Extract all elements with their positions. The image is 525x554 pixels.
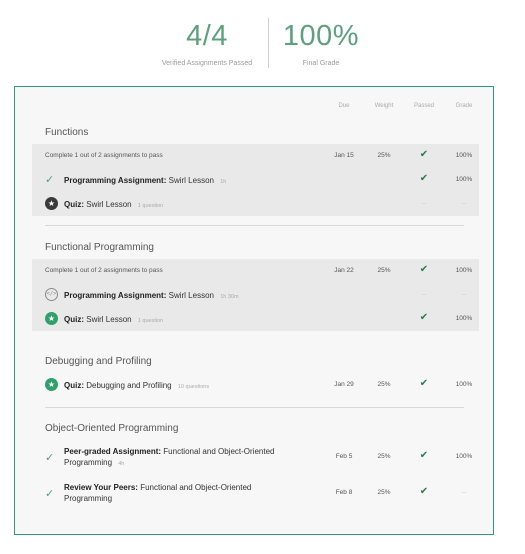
item-name: Swirl Lesson: [168, 176, 214, 185]
column-header-passed: Passed: [413, 103, 434, 109]
due-date: Jan 29: [334, 381, 354, 388]
list-item[interactable]: ✓ Review Your Peers: Functional and Obje…: [32, 479, 479, 509]
passed-check-icon: ✔: [419, 149, 429, 160]
final-grade-stat: 100% Final Grade: [246, 18, 396, 67]
due-date: Feb 5: [335, 453, 353, 460]
grade-empty: --: [461, 291, 467, 298]
item-type: Programming Assignment:: [64, 291, 167, 300]
item-name: Functional and Object-Oriented: [163, 447, 275, 456]
item-name: Swirl Lesson: [86, 200, 132, 209]
requirement-row: Complete 1 out of 2 assignments to pass …: [32, 144, 479, 169]
item-title[interactable]: Quiz: Swirl Lesson 1 question: [64, 314, 163, 327]
weight-value: 25%: [377, 152, 391, 159]
passed-empty: --: [421, 291, 427, 298]
grade-value: 100%: [455, 315, 473, 322]
weight-value: 25%: [377, 489, 391, 496]
list-item[interactable]: ★ Quiz: Swirl Lesson 1 question ✔ 100%: [32, 307, 479, 332]
item-duration: 1h 30m: [220, 294, 239, 300]
item-title[interactable]: Programming Assignment: Swirl Lesson 1h: [64, 175, 226, 188]
list-item[interactable]: ✓ Programming Assignment: Swirl Lesson 1…: [32, 168, 479, 193]
grade-value: 100%: [455, 267, 473, 274]
passed-empty: --: [421, 200, 427, 207]
item-type: Quiz:: [64, 381, 84, 390]
grades-table: Due Weight Passed Grade Functions Comple…: [14, 86, 494, 535]
list-item[interactable]: ★ Quiz: Swirl Lesson 1 question -- --: [32, 192, 479, 217]
item-question-count: 10 questions: [177, 384, 210, 390]
passed-check-icon: ✔: [419, 264, 429, 275]
section-divider: [45, 407, 464, 408]
list-item[interactable]: ✓ Peer-graded Assignment: Functional and…: [32, 443, 479, 473]
item-title[interactable]: Quiz: Debugging and Profiling 10 questio…: [64, 380, 209, 393]
check-icon: ✓: [45, 174, 55, 186]
requirement-text: Complete 1 out of 2 assignments to pass: [45, 267, 163, 274]
list-item[interactable]: </> Programming Assignment: Swirl Lesson…: [32, 283, 479, 308]
item-title[interactable]: Quiz: Swirl Lesson 1 question: [64, 199, 163, 212]
item-name: Debugging and Profiling: [86, 381, 172, 390]
passed-check-icon: ✔: [419, 312, 429, 323]
item-type: Review Your Peers:: [64, 483, 138, 492]
item-type: Quiz:: [64, 200, 84, 209]
star-icon: ★: [45, 197, 59, 211]
passed-check-icon: ✔: [419, 486, 429, 497]
passed-check-icon: ✔: [419, 378, 429, 389]
code-icon: </>: [45, 288, 59, 302]
grade-empty: --: [461, 200, 467, 207]
grade-summary: 4/4 Verified Assignments Passed 100% Fin…: [0, 18, 525, 70]
item-title[interactable]: Peer-graded Assignment: Functional and O…: [64, 446, 299, 470]
section-divider: [45, 225, 464, 226]
weight-value: 25%: [377, 381, 391, 388]
star-green-icon: ★: [45, 378, 59, 392]
item-title[interactable]: Programming Assignment: Swirl Lesson 1h …: [64, 290, 239, 303]
item-question-count: 1 question: [137, 318, 164, 324]
passed-check-icon: ✔: [419, 450, 429, 461]
column-header-weight: Weight: [374, 103, 394, 109]
item-question-count: 1 question: [137, 203, 164, 209]
list-item[interactable]: ★ Quiz: Debugging and Profiling 10 quest…: [32, 373, 479, 398]
grade-empty: --: [461, 489, 467, 496]
requirement-row: Complete 1 out of 2 assignments to pass …: [32, 259, 479, 284]
item-type: Quiz:: [64, 315, 84, 324]
due-date: Feb 8: [335, 489, 353, 496]
section-title-functions: Functions: [45, 127, 89, 138]
column-header-due: Due: [338, 103, 350, 109]
item-name-line2: Programming: [64, 494, 113, 503]
check-icon: ✓: [45, 452, 55, 464]
grade-value: 100%: [455, 176, 473, 183]
item-title[interactable]: Review Your Peers: Functional and Object…: [64, 482, 299, 504]
item-duration: 1h: [220, 179, 227, 185]
grade-value: 100%: [455, 381, 473, 388]
item-type: Peer-graded Assignment:: [64, 447, 162, 456]
item-name: Functional and Object-Oriented: [140, 483, 252, 492]
item-name: Swirl Lesson: [86, 315, 132, 324]
final-grade-value: 100%: [282, 20, 360, 52]
section-title-object-oriented: Object-Oriented Programming: [45, 423, 179, 434]
weight-value: 25%: [377, 267, 391, 274]
item-duration: 4h: [118, 461, 125, 467]
item-type: Programming Assignment:: [64, 176, 167, 185]
item-name-line2: Programming: [64, 458, 113, 467]
requirement-text: Complete 1 out of 2 assignments to pass: [45, 152, 163, 159]
section-title-debugging: Debugging and Profiling: [45, 356, 152, 367]
star-green-icon: ★: [45, 312, 59, 326]
final-grade-label: Final Grade: [302, 60, 340, 67]
due-date: Jan 15: [334, 152, 354, 159]
check-icon: ✓: [45, 488, 55, 500]
grade-value: 100%: [455, 152, 473, 159]
passed-check-icon: ✔: [419, 173, 429, 184]
section-title-functional-programming: Functional Programming: [45, 242, 154, 253]
weight-value: 25%: [377, 453, 391, 460]
column-header-grade: Grade: [455, 103, 473, 109]
item-name: Swirl Lesson: [168, 291, 214, 300]
due-date: Jan 22: [334, 267, 354, 274]
grade-value: 100%: [455, 453, 473, 460]
